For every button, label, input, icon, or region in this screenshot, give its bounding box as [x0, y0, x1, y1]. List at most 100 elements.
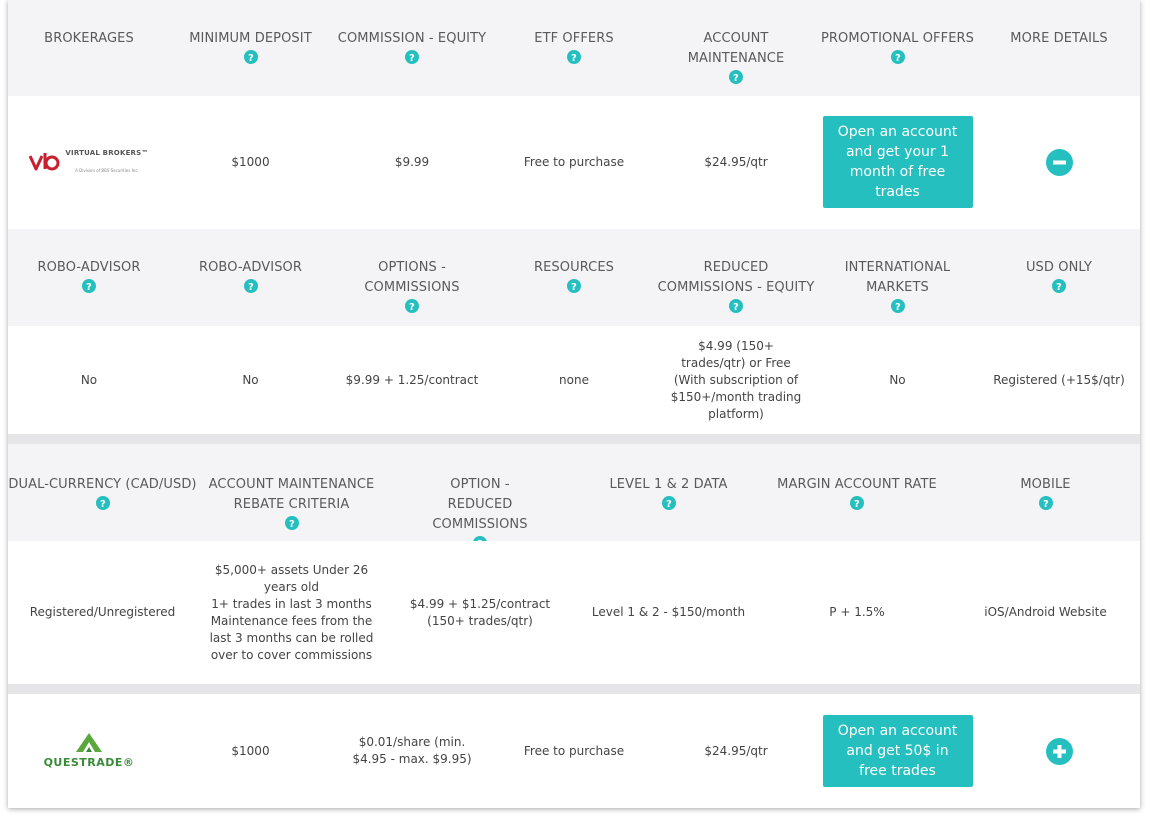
header-resources: RESOURCES ? — [493, 229, 655, 326]
questrade-logo: QUESTRADE® — [44, 731, 135, 771]
svg-text:?: ? — [289, 519, 295, 530]
header-minimum-deposit: MINIMUM DEPOSIT ? — [170, 0, 331, 96]
section3-data-row: Registered/Unregistered $5,000+ assets U… — [8, 541, 1140, 684]
svg-text:?: ? — [733, 73, 739, 84]
help-icon[interactable]: ? — [567, 279, 581, 293]
help-icon[interactable]: ? — [729, 70, 743, 84]
promo-cell: Open an account and get your 1 month of … — [817, 96, 978, 228]
header-label: DUAL-CURRENCY (CAD/USD) — [8, 477, 197, 492]
header-label: MORE DETAILS — [1010, 31, 1108, 46]
help-icon[interactable]: ? — [243, 50, 258, 64]
logo-name: VIRTUAL BROKERS™ — [65, 149, 149, 157]
help-icon[interactable]: ? — [82, 279, 96, 293]
robo-advisor-value-2: No — [242, 372, 259, 387]
header-international-markets: INTERNATIONAL MARKETS ? — [817, 229, 978, 326]
commission-equity-value: $9.99 — [394, 154, 430, 169]
level-data-value: Level 1 & 2 - $150/month — [591, 605, 746, 619]
header-label: MINIMUM DEPOSIT — [189, 31, 312, 46]
header-dual-currency: DUAL-CURRENCY (CAD/USD) ? — [8, 444, 197, 541]
rebate-criteria-value: $5,000+ assets Under 26 years old 1+ tra… — [209, 562, 374, 662]
header-label: LEVEL 1 & 2 DATA — [609, 477, 728, 492]
help-icon[interactable]: ? — [729, 299, 743, 313]
logo-name: QUESTRADE® — [43, 756, 135, 769]
header-etf-offers: ETF OFFERS ? — [493, 0, 655, 96]
open-account-button[interactable]: Open an account and get your 1 month of … — [822, 116, 973, 208]
header-label: RESOURCES — [533, 260, 615, 275]
help-icon[interactable]: ? — [567, 50, 581, 64]
svg-text:?: ? — [1043, 499, 1049, 510]
header-options-commissions: OPTIONS - COMMISSIONS ? — [331, 229, 493, 326]
section1-header-row: BROKERAGES MINIMUM DEPOSIT ? COMMISSION … — [8, 0, 1140, 96]
header-label: USD ONLY — [1025, 260, 1093, 275]
more-details-cell — [978, 96, 1140, 228]
broker-logo-cell: QUESTRADE® — [8, 694, 170, 808]
commission-equity-value: $0.01/share (min. $4.95 - max. $9.95) — [352, 735, 472, 766]
min-deposit-value: $1000 — [231, 743, 270, 758]
header-level-data: LEVEL 1 & 2 DATA ? — [574, 444, 763, 541]
header-label: BROKERAGES — [44, 31, 134, 46]
svg-text:?: ? — [571, 53, 577, 64]
margin-account-rate-value: P + 1.5% — [829, 605, 885, 619]
section3-header-row: DUAL-CURRENCY (CAD/USD) ? ACCOUNT MAINTE… — [8, 444, 1140, 550]
virtual-brokers-logo-mark — [29, 153, 60, 171]
open-account-button[interactable]: Open an account and get 50$ in free trad… — [822, 715, 973, 787]
resources-value: none — [559, 372, 589, 387]
plus-circle-icon[interactable] — [1045, 737, 1073, 765]
header-label: PROMOTIONAL OFFERS — [820, 31, 975, 46]
header-commission-equity: COMMISSION - EQUITY ? — [331, 0, 493, 96]
broker-row-questrade: QUESTRADE® $1000 $0.01/share (min. $4.95… — [8, 694, 1140, 808]
more-details-cell — [978, 694, 1140, 808]
options-commissions-value: $9.99 + 1.25/contract — [345, 372, 479, 387]
header-reduced-commissions-equity: REDUCED COMMISSIONS - EQUITY ? — [655, 229, 817, 326]
header-label: OPTION - REDUCED COMMISSIONS — [432, 477, 528, 532]
account-maintenance-value: $24.95/qtr — [704, 154, 768, 169]
min-deposit-value: $1000 — [231, 154, 270, 169]
dual-currency-value: Registered/Unregistered — [29, 605, 176, 619]
broker-row-virtual-brokers: VIRTUAL BROKERS™ A Division of BBS Secur… — [8, 96, 1140, 228]
section2-data-row: No No $9.99 + 1.25/contract none $4.99 (… — [8, 326, 1140, 434]
help-icon[interactable]: ? — [95, 496, 110, 510]
header-label: MARGIN ACCOUNT RATE — [777, 477, 937, 492]
etf-offers-value: Free to purchase — [523, 743, 625, 758]
header-label: ACCOUNT MAINTENANCE — [687, 31, 785, 66]
account-maintenance-value: $24.95/qtr — [704, 743, 768, 758]
header-option-reduced-commissions: OPTION - REDUCED COMMISSIONS ? — [386, 444, 574, 550]
help-icon[interactable]: ? — [405, 299, 419, 313]
svg-text:?: ? — [248, 282, 254, 293]
help-icon[interactable]: ? — [661, 496, 676, 510]
logo-subtitle: A Division of BBS Securities Inc. — [75, 168, 139, 173]
header-label: ACCOUNT MAINTENANCE REBATE CRITERIA — [208, 477, 375, 512]
svg-text:?: ? — [248, 53, 254, 64]
header-label: MOBILE — [1020, 477, 1071, 492]
robo-advisor-value: No — [80, 372, 98, 387]
minus-circle-icon[interactable] — [1045, 148, 1073, 176]
header-label: ROBO-ADVISOR — [37, 260, 141, 275]
help-icon[interactable]: ? — [1038, 496, 1053, 510]
header-robo-advisor-2: ROBO-ADVISOR ? — [170, 229, 331, 326]
svg-text:?: ? — [733, 302, 739, 313]
option-reduced-commissions-value: $4.99 + $1.25/contract (150+ trades/qtr) — [409, 596, 551, 628]
help-icon[interactable]: ? — [284, 516, 299, 530]
help-icon[interactable]: ? — [405, 50, 419, 64]
header-label: INTERNATIONAL MARKETS — [844, 260, 951, 295]
header-mobile: MOBILE ? — [951, 444, 1140, 541]
etf-offers-value: Free to purchase — [523, 154, 625, 169]
svg-text:?: ? — [895, 53, 901, 64]
svg-text:?: ? — [1056, 282, 1062, 293]
svg-text:?: ? — [854, 499, 860, 510]
help-icon[interactable]: ? — [890, 299, 905, 313]
questrade-logo-mark — [75, 733, 102, 752]
help-icon[interactable]: ? — [243, 279, 258, 293]
header-label: REDUCED COMMISSIONS - EQUITY — [657, 260, 815, 295]
svg-text:?: ? — [666, 499, 672, 510]
header-account-maintenance: ACCOUNT MAINTENANCE ? — [655, 0, 817, 96]
help-icon[interactable]: ? — [890, 50, 905, 64]
header-promotional-offers: PROMOTIONAL OFFERS ? — [817, 0, 978, 96]
header-label: OPTIONS - COMMISSIONS — [364, 260, 460, 295]
section-separator — [8, 684, 1140, 694]
svg-text:?: ? — [895, 302, 901, 313]
help-icon[interactable]: ? — [1052, 279, 1066, 293]
help-icon[interactable]: ? — [850, 496, 864, 510]
header-label: ETF OFFERS — [534, 31, 614, 46]
brokerage-comparison-table: BROKERAGES MINIMUM DEPOSIT ? COMMISSION … — [8, 0, 1140, 808]
